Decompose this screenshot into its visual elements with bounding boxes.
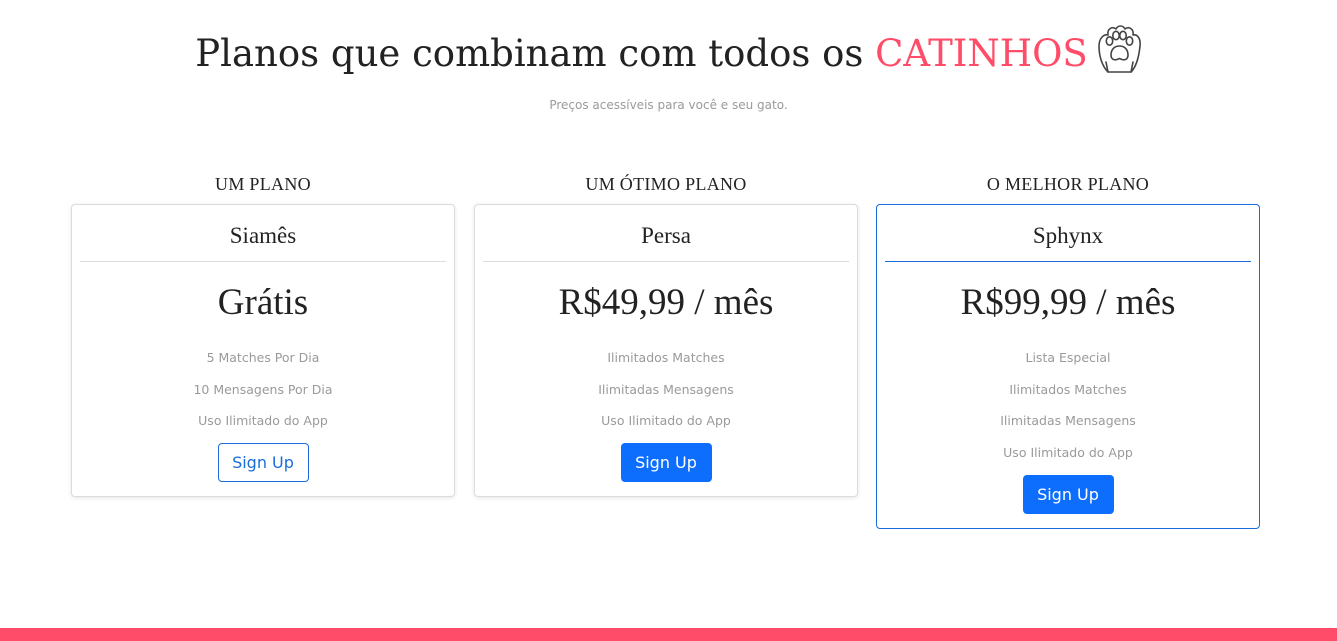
plan-features: Lista Especial Ilimitados Matches Ilimit… [877, 342, 1259, 469]
plan-name: Sphynx [885, 205, 1251, 262]
plan-feature: Ilimitadas Mensagens [598, 381, 734, 397]
plan-name: Persa [483, 205, 849, 262]
plan-price: R$99,99 / mês [960, 282, 1176, 323]
plan-feature: Uso Ilimitado do App [198, 413, 328, 429]
plan-features: 5 Matches Por Dia 10 Mensagens Por Dia U… [72, 342, 454, 437]
plan-feature: Uso Ilimitado do App [601, 413, 731, 429]
sign-up-button-siames[interactable]: Sign Up [217, 443, 309, 483]
pricing-page: Planos que combinam com todos os CATINHO… [0, 0, 1337, 641]
plan-feature: Ilimitados Matches [607, 350, 725, 365]
footer-bar [0, 628, 1337, 641]
plan-price: R$49,99 / mês [558, 282, 774, 323]
plan-heading: O MELHOR PLANO [986, 174, 1150, 194]
plan-column-persa: UM ÓTIMO PLANO Persa R$49,99 / mês Ilimi… [474, 172, 858, 497]
title-prefix: Planos que combinam com todos os [195, 32, 876, 75]
plan-feature: Ilimitados Matches [1009, 381, 1127, 397]
plan-features: Ilimitados Matches Ilimitadas Mensagens … [475, 342, 857, 437]
plan-feature: 5 Matches Por Dia [206, 350, 320, 365]
pricing-header: Planos que combinam com todos os CATINHO… [0, 22, 1337, 112]
plan-card-persa: Persa R$49,99 / mês Ilimitados Matches I… [474, 204, 858, 497]
sign-up-button-persa[interactable]: Sign Up [620, 443, 712, 483]
plan-feature: 10 Mensagens Por Dia [193, 381, 333, 397]
plan-feature: Lista Especial [1025, 350, 1111, 365]
plan-heading: UM ÓTIMO PLANO [585, 174, 747, 194]
plan-card-siames: Siamês Grátis 5 Matches Por Dia 10 Mensa… [71, 204, 455, 497]
paw-icon [1096, 22, 1142, 86]
title-accent: CATINHOS [875, 32, 1088, 75]
plan-card-sphynx: Sphynx R$99,99 / mês Lista Especial Ilim… [876, 204, 1260, 529]
plan-heading: UM PLANO [215, 174, 311, 194]
plan-column-siames: UM PLANO Siamês Grátis 5 Matches Por Dia… [71, 172, 455, 497]
plan-name: Siamês [80, 205, 446, 262]
page-title: Planos que combinam com todos os CATINHO… [0, 22, 1337, 86]
plan-column-sphynx: O MELHOR PLANO Sphynx R$99,99 / mês List… [876, 172, 1260, 529]
plan-feature: Ilimitadas Mensagens [1000, 413, 1136, 429]
sign-up-button-sphynx[interactable]: Sign Up [1022, 474, 1114, 514]
plan-feature: Uso Ilimitado do App [1003, 445, 1133, 461]
plan-price: Grátis [217, 282, 309, 323]
page-subtitle: Preços acessíveis para você e seu gato. [549, 98, 788, 112]
